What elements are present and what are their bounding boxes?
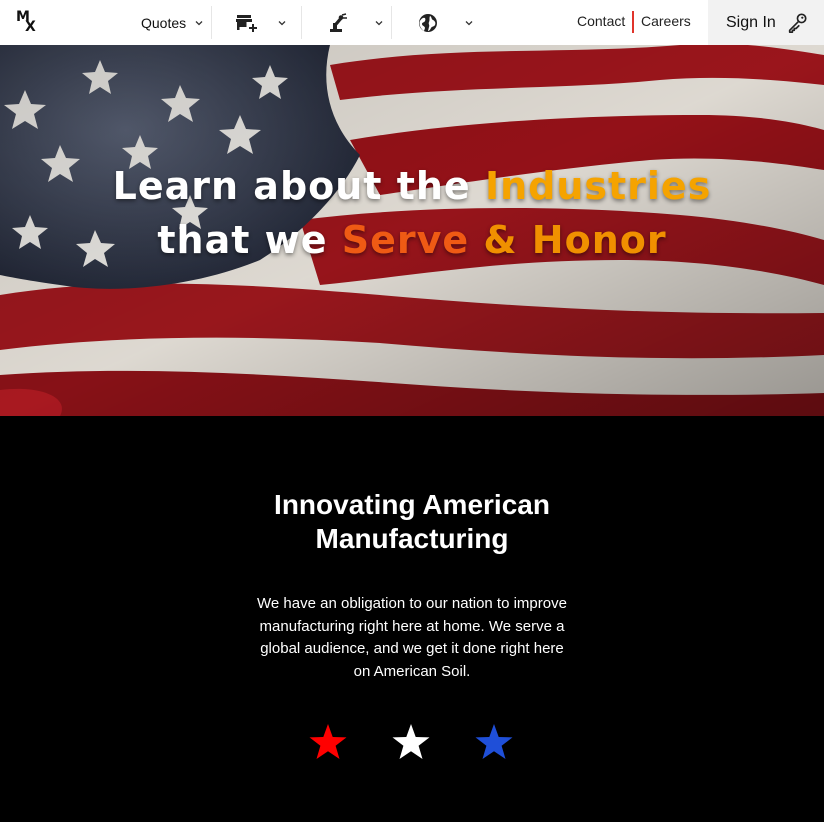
top-nav: M X Quotes Contact Careers Sign In [0,0,824,45]
nav-divider [391,6,392,39]
hero-title-highlight-honor: & Honor [469,218,667,262]
key-icon [788,12,807,33]
sign-in-button[interactable]: Sign In [708,0,824,45]
store-add-icon [236,14,257,32]
nav-divider [301,6,302,39]
chevron-down-icon [195,20,203,25]
hero-title-line2-text: that we [157,218,342,262]
section-heading: Innovating American Manufacturing [274,489,550,554]
white-star-icon [392,724,430,759]
blue-star-icon [475,724,513,759]
nav-link-divider [632,11,634,33]
nav-language-menu[interactable] [418,0,474,45]
chevron-down-icon [278,20,286,25]
red-star-icon [309,724,347,759]
robot-arm-icon [330,12,347,32]
chevron-down-icon [465,20,473,25]
hero-title-highlight-serve: Serve [341,218,470,262]
sign-in-label: Sign In [726,13,776,31]
section-paragraph: We have an obligation to our nation to i… [257,595,567,680]
hero-title: Learn about the Industries that we Serve… [0,159,824,267]
globe-icon [419,13,437,32]
mx-logo[interactable]: M X [16,9,40,35]
hero-banner: Learn about the Industries that we Serve… [0,45,824,416]
mission-section: Innovating American Manufacturing We hav… [0,416,824,822]
nav-store-menu[interactable] [236,0,287,45]
careers-link[interactable]: Careers [641,13,691,29]
nav-quotes-label: Quotes [141,14,187,31]
nav-divider [211,6,212,39]
hero-title-highlight-industries: Industries [484,164,712,208]
hero-title-line1-text: Learn about the [112,164,485,208]
nav-industry-menu[interactable] [329,0,384,45]
contact-link[interactable]: Contact [577,13,625,29]
chevron-down-icon [375,20,383,25]
nav-quotes-menu[interactable]: Quotes [141,0,204,45]
